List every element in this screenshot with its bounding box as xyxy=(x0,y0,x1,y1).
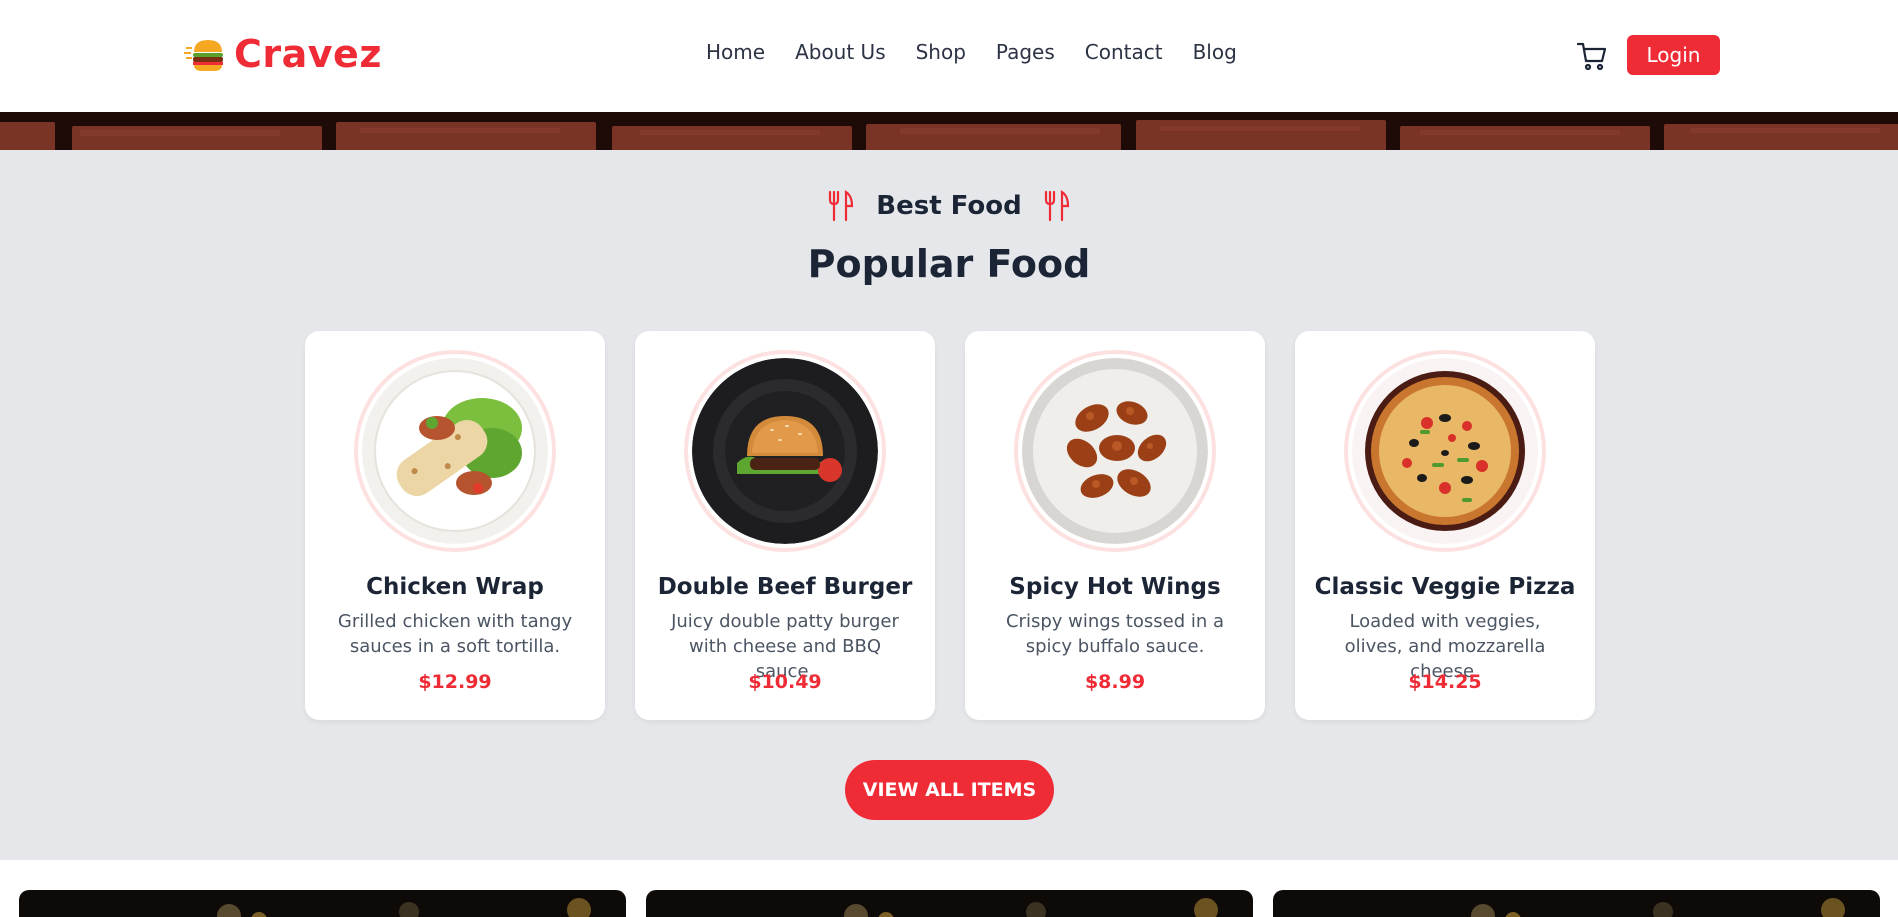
nav-item-about-us[interactable]: About Us xyxy=(795,40,886,64)
burger-logo-icon xyxy=(184,40,223,71)
cart-icon[interactable] xyxy=(1576,40,1608,72)
product-card[interactable]: Chicken Wrap Grilled chicken with tangy … xyxy=(305,331,605,720)
burger-image xyxy=(692,358,878,544)
promo-strip xyxy=(0,860,1898,917)
main-nav: Home About Us Shop Pages Contact Blog xyxy=(706,40,1237,64)
product-image-frame xyxy=(684,350,886,552)
fork-knife-icon xyxy=(829,190,854,222)
promo-banner[interactable] xyxy=(1273,890,1880,917)
promo-banner[interactable] xyxy=(646,890,1253,917)
product-description: Grilled chicken with tangy sauces in a s… xyxy=(337,611,573,657)
promo-banner[interactable] xyxy=(19,890,626,917)
nav-item-shop[interactable]: Shop xyxy=(916,40,966,64)
section-title: Popular Food xyxy=(807,242,1091,286)
product-image-frame xyxy=(1014,350,1216,552)
login-button[interactable]: Login xyxy=(1627,35,1720,75)
product-card[interactable]: Classic Veggie Pizza Loaded with veggies… xyxy=(1295,331,1595,720)
brand-name: Cravez xyxy=(234,32,382,76)
brand-logo[interactable]: Cravez xyxy=(184,32,382,76)
product-name: Classic Veggie Pizza xyxy=(1314,574,1576,600)
brick-banner xyxy=(0,112,1898,150)
nav-item-pages[interactable]: Pages xyxy=(996,40,1055,64)
product-image-frame xyxy=(354,350,556,552)
product-price: $14.25 xyxy=(1408,671,1482,693)
hot-wings-image xyxy=(1022,358,1208,544)
product-image-frame xyxy=(1344,350,1546,552)
product-name: Chicken Wrap xyxy=(366,574,544,600)
nav-item-home[interactable]: Home xyxy=(706,40,765,64)
product-name: Spicy Hot Wings xyxy=(1009,574,1221,600)
product-card[interactable]: Double Beef Burger Juicy double patty bu… xyxy=(635,331,935,720)
product-name: Double Beef Burger xyxy=(657,574,913,600)
product-description: Crispy wings tossed in a spicy buffalo s… xyxy=(1005,611,1224,657)
nav-item-contact[interactable]: Contact xyxy=(1085,40,1163,64)
nav-item-blog[interactable]: Blog xyxy=(1193,40,1237,64)
pizza-image xyxy=(1352,358,1538,544)
section-eyebrow-label: Best Food xyxy=(876,191,1022,221)
view-all-items-button[interactable]: VIEW ALL ITEMS xyxy=(845,760,1054,820)
product-price: $8.99 xyxy=(1084,671,1146,693)
product-grid: Chicken Wrap Grilled chicken with tangy … xyxy=(305,331,1595,720)
fork-knife-icon xyxy=(1044,190,1069,222)
section-eyebrow: Best Food xyxy=(0,190,1898,222)
product-price: $12.99 xyxy=(418,671,492,693)
site-header: Cravez Home About Us Shop Pages Contact … xyxy=(0,0,1898,112)
chicken-wrap-image xyxy=(362,358,548,544)
product-price: $10.49 xyxy=(748,671,822,693)
popular-food-section: Best Food Popular Food Chicken Wrap Gril… xyxy=(0,150,1898,860)
product-card[interactable]: Spicy Hot Wings Crispy wings tossed in a… xyxy=(965,331,1265,720)
